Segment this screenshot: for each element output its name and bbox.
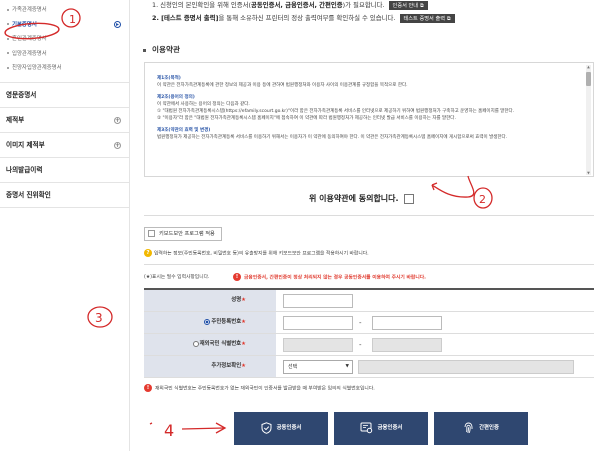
extra-info-select[interactable]: 선택 ▼: [283, 360, 353, 374]
bullet-icon: [7, 52, 9, 54]
sidebar-item-certificate-verify[interactable]: 증명서 진위확인: [0, 183, 129, 208]
required-note: (★)표시는 필수 입력사항입니다.: [144, 275, 210, 280]
sidebar-item-image-removed-register[interactable]: 이미지 제적부 +: [0, 133, 129, 158]
submenu-basic-certificate[interactable]: 기본증명서 ▸: [0, 18, 129, 33]
caret-down-icon: ▼: [345, 364, 349, 369]
submenu-adoption-relation[interactable]: 입양관계증명서: [0, 47, 129, 62]
joint-cert-button[interactable]: 공동인증서: [234, 412, 328, 445]
sidebar-item-removed-register[interactable]: 제적부 +: [0, 108, 129, 133]
fingerprint-icon: [464, 422, 473, 433]
terms-paragraph: ① "대법원 전자가족관계등록시스템(https://efamily.scour…: [157, 109, 515, 114]
bullet-icon: [143, 48, 146, 52]
terms-article-title: 제2조(용어의 정의): [157, 95, 195, 100]
scroll-thumb[interactable]: [586, 72, 591, 86]
finance-cert-button[interactable]: 금융인증서: [334, 412, 428, 445]
terms-article-title: 제3조(약관의 효력 및 변경): [157, 128, 211, 133]
terms-text: 제1조(목적) 이 약관은 전자가족관계등록에 관한 정보의 제공과 이용 등에…: [157, 75, 577, 141]
external-link-icon: ⧉: [420, 2, 424, 9]
warning-icon: !: [144, 384, 152, 392]
bullet-icon: [7, 37, 9, 40]
foreign-id-note: ! 재외국민 식별번호는 주민등록번호가 없는 재외국민이 인증서를 발급받을 때…: [144, 384, 375, 392]
question-icon: ?: [144, 249, 152, 257]
checkbox-icon: [148, 230, 155, 237]
warning-icon: !: [233, 273, 241, 281]
notice-line-2: 2. [테스트 증명서 출력]을 통해 소유하신 프린터의 정상 출력여부를 확…: [152, 13, 455, 23]
terms-section-title: 이용약관: [143, 44, 180, 55]
divider: [144, 215, 594, 216]
form-row-name: 성명★: [144, 290, 594, 312]
scroll-down-icon[interactable]: ▼: [586, 171, 591, 175]
cert-warning: ! 금융인증서, 간편인증이 정상 처리되지 않는 경우 공동인증서를 이용하여 …: [233, 273, 426, 281]
form-row-extra-info: 추가정보확인★ 선택 ▼: [144, 356, 594, 378]
cert-guide-button[interactable]: 인증서 안내 ⧉: [388, 0, 428, 10]
terms-agree-row: 위 이용약관에 동의합니다.: [309, 193, 414, 204]
terms-paragraph: 법원행정처가 제공하는 전자가족관계등록 서비스를 이용하기 위해서는 이용자가…: [157, 135, 508, 140]
terms-scrollbar[interactable]: ▲ ▼: [586, 65, 591, 175]
bullet-icon: [7, 8, 9, 11]
sidebar: 가족관계증명서 기본증명서 ▸ 혼인관계증명서 입양관계증명서 친양자입양관계증명…: [0, 0, 130, 451]
shield-check-icon: [261, 421, 272, 434]
notice-line-1: 1. 신청인의 본인확인을 위해 인증서(공동인증서, 금융인증서, 간편인증)…: [152, 0, 428, 10]
external-link-icon: ⧉: [447, 15, 451, 22]
foreign-id-label: 재외국민 식별번호★: [144, 334, 276, 355]
extra-info-input[interactable]: [358, 360, 574, 374]
plus-icon[interactable]: +: [114, 141, 121, 149]
rrn-back-input[interactable]: [372, 316, 442, 330]
sidebar-item-english-certificate[interactable]: 영문증명서: [0, 83, 129, 108]
keyboard-security-note: ? 입력하는 정보(주민등록번호, 비밀번호 등)의 유출방지를 위해 키보드보안…: [144, 249, 369, 257]
rrn-radio[interactable]: [204, 318, 211, 325]
dash: -: [359, 341, 362, 349]
scroll-up-icon[interactable]: ▲: [586, 65, 591, 69]
keyboard-security-button[interactable]: 키보드보안 프로그램 적용: [144, 227, 222, 241]
terms-paragraph: 이 약관은 전자가족관계등록에 관한 정보의 제공과 이용 등에 관하여 법원행…: [157, 83, 408, 88]
main-content: 1. 신청인의 본인확인을 위해 인증서(공동인증서, 금융인증서, 간편인증)…: [131, 0, 600, 451]
terms-article-title: 제1조(목적): [157, 76, 181, 81]
plus-icon[interactable]: +: [114, 116, 121, 124]
divider: [144, 264, 594, 265]
form-row-rrn: 주민등록번호★ -: [144, 312, 594, 334]
name-input[interactable]: [283, 294, 353, 308]
submenu-full-adoption-relation[interactable]: 친양자입양관계증명서: [0, 61, 129, 76]
finance-cert-icon: [360, 422, 372, 433]
terms-agree-checkbox[interactable]: [403, 193, 414, 204]
foreign-id-front-input[interactable]: [283, 338, 353, 352]
terms-paragraph: 이 약관에서 사용하는 용어의 정의는 다음과 같다.: [157, 102, 250, 107]
bullet-icon: [7, 23, 9, 25]
test-print-button[interactable]: 테스트 증명서 출력 ⧉: [399, 13, 455, 23]
rrn-front-input[interactable]: [283, 316, 353, 330]
form-row-foreign-id: 재외국민 식별번호★ -: [144, 334, 594, 356]
bullet-icon: [7, 66, 9, 69]
certificate-submenu: 가족관계증명서 기본증명서 ▸ 혼인관계증명서 입양관계증명서 친양자입양관계증명…: [0, 0, 129, 83]
foreign-id-back-input[interactable]: [372, 338, 442, 352]
terms-box[interactable]: 제1조(목적) 이 약관은 전자가족관계등록에 관한 정보의 제공과 이용 등에…: [144, 62, 594, 177]
submenu-marriage-relation[interactable]: 혼인관계증명서: [0, 32, 129, 47]
submenu-family-relation[interactable]: 가족관계증명서: [0, 3, 129, 18]
terms-agree-label: 위 이용약관에 동의합니다.: [309, 194, 399, 203]
expand-icon[interactable]: ▸: [114, 21, 121, 28]
terms-paragraph: ② "이용자"라 함은 "대법원 전자가족관계등록시스템 홈페이지"에 접속하여…: [157, 116, 456, 121]
identity-form: 성명★ 주민등록번호★ - 재외국민 식별번호★ - 추가정보확인★ 선택 ▼: [144, 288, 594, 378]
foreign-id-radio[interactable]: [192, 340, 199, 347]
dash: -: [359, 319, 362, 327]
simple-auth-button[interactable]: 간편인증: [434, 412, 528, 445]
extra-info-label: 추가정보확인★: [144, 356, 276, 377]
sidebar-item-my-issue-history[interactable]: 나의발급이력: [0, 158, 129, 183]
rrn-label: 주민등록번호★: [144, 312, 276, 333]
name-label: 성명★: [144, 290, 276, 311]
